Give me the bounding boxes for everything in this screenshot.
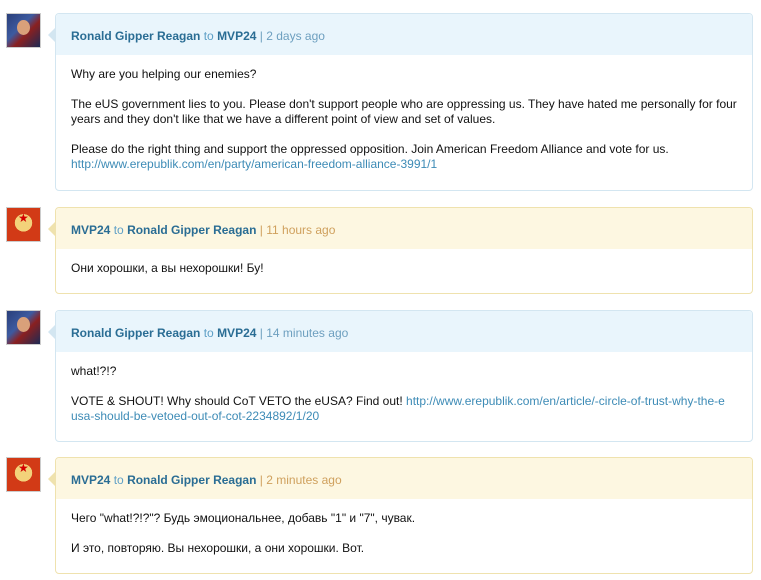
timestamp: 11 hours ago bbox=[266, 223, 336, 237]
message-bubble: MVP24 to Ronald Gipper Reagan | 11 hours… bbox=[48, 207, 753, 294]
paragraph: Чего "what!?!?"? Будь эмоциональнее, доб… bbox=[71, 511, 416, 525]
to-label: to bbox=[113, 473, 124, 487]
message-bubble: Ronald Gipper Reagan to MVP24 | 14 minut… bbox=[48, 310, 753, 442]
message-body: what!?!? VOTE & SHOUT! Why should CoT VE… bbox=[56, 352, 752, 438]
party-link[interactable]: http://www.erepublik.com/en/party/americ… bbox=[71, 157, 437, 171]
message-bubble: MVP24 to Ronald Gipper Reagan | 2 minute… bbox=[48, 457, 753, 574]
recipient-link[interactable]: Ronald Gipper Reagan bbox=[127, 223, 256, 237]
sender-link[interactable]: MVP24 bbox=[71, 223, 110, 237]
paragraph: Please do the right thing and support th… bbox=[71, 142, 669, 156]
message-bubble: Ronald Gipper Reagan to MVP24 | 2 days a… bbox=[48, 13, 753, 191]
avatar[interactable] bbox=[6, 13, 41, 48]
recipient-link[interactable]: MVP24 bbox=[217, 29, 256, 43]
paragraph: И это, повторяю. Вы нехорошки, а они хор… bbox=[71, 541, 365, 555]
avatar[interactable] bbox=[6, 457, 41, 492]
paragraph: VOTE & SHOUT! Why should CoT VETO the eU… bbox=[71, 394, 403, 408]
message-header: MVP24 to Ronald Gipper Reagan | 11 hours… bbox=[56, 208, 752, 249]
separator: | bbox=[259, 326, 263, 340]
message-header: MVP24 to Ronald Gipper Reagan | 2 minute… bbox=[56, 458, 752, 499]
sender-link[interactable]: Ronald Gipper Reagan bbox=[71, 326, 200, 340]
timestamp: 2 days ago bbox=[266, 29, 325, 43]
timestamp: 14 minutes ago bbox=[266, 326, 349, 340]
to-label: to bbox=[113, 223, 124, 237]
paragraph: Они хорошки, а вы нехорошки! Бу! bbox=[71, 261, 264, 275]
paragraph: The eUS government lies to you. Please d… bbox=[71, 97, 737, 126]
timestamp: 2 minutes ago bbox=[266, 473, 342, 487]
avatar[interactable] bbox=[6, 310, 41, 345]
separator: | bbox=[259, 29, 263, 43]
avatar[interactable] bbox=[6, 207, 41, 242]
paragraph: what!?!? bbox=[71, 364, 117, 378]
recipient-link[interactable]: Ronald Gipper Reagan bbox=[127, 473, 256, 487]
message-body: Why are you helping our enemies? The eUS… bbox=[56, 55, 752, 186]
message-body: Чего "what!?!?"? Будь эмоциональнее, доб… bbox=[56, 499, 752, 570]
separator: | bbox=[259, 473, 263, 487]
message-header: Ronald Gipper Reagan to MVP24 | 14 minut… bbox=[56, 311, 752, 352]
to-label: to bbox=[203, 326, 214, 340]
sender-link[interactable]: MVP24 bbox=[71, 473, 110, 487]
message-body: Они хорошки, а вы нехорошки! Бу! bbox=[56, 249, 752, 290]
recipient-link[interactable]: MVP24 bbox=[217, 326, 256, 340]
separator: | bbox=[259, 223, 263, 237]
paragraph: Why are you helping our enemies? bbox=[71, 67, 257, 81]
sender-link[interactable]: Ronald Gipper Reagan bbox=[71, 29, 200, 43]
message-header: Ronald Gipper Reagan to MVP24 | 2 days a… bbox=[56, 14, 752, 55]
to-label: to bbox=[203, 29, 214, 43]
